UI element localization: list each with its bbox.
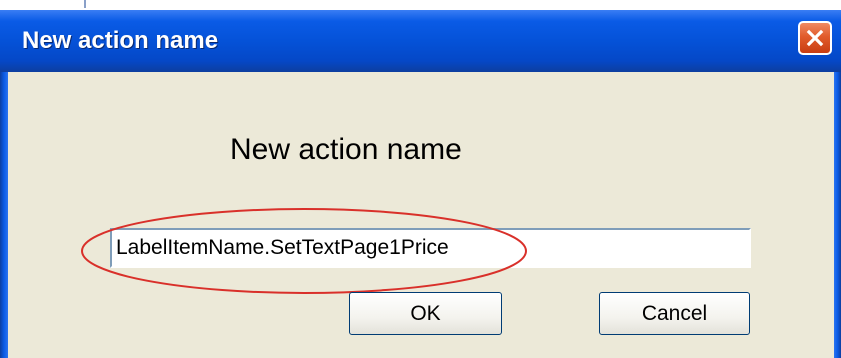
background-window-edge	[84, 0, 86, 8]
window-frame-left	[0, 72, 8, 358]
dialog-heading: New action name	[230, 133, 462, 166]
screen: New action name New action name OK Cance…	[0, 0, 841, 358]
window-frame-right	[834, 72, 841, 358]
action-name-input[interactable]	[110, 228, 751, 268]
close-icon	[806, 29, 824, 47]
window-title: New action name	[22, 27, 219, 54]
ok-button[interactable]: OK	[349, 292, 502, 335]
close-button[interactable]	[798, 21, 832, 55]
cancel-button[interactable]: Cancel	[599, 292, 750, 335]
